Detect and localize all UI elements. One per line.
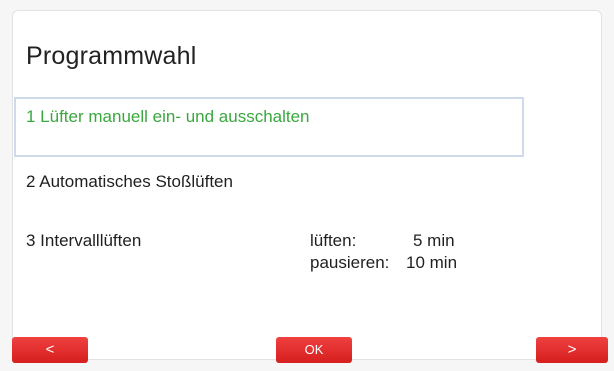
next-button[interactable]: > — [536, 337, 608, 363]
ventilate-duration-value: 5 min — [413, 231, 455, 250]
device-frame: Programmwahl 1 Lüfter manuell ein- und a… — [0, 0, 614, 371]
program-option-3[interactable]: 3 Intervalllüften — [26, 231, 141, 251]
pause-duration-value: 10 min — [406, 253, 458, 272]
pause-duration-label: pausieren: — [310, 253, 390, 272]
program-option-2[interactable]: 2 Automatisches Stoßlüften — [26, 172, 233, 192]
page-title: Programmwahl — [26, 42, 197, 70]
back-button[interactable]: < — [12, 337, 88, 363]
ventilate-duration-label: lüften: — [310, 231, 357, 250]
program-option-1-selection[interactable] — [14, 97, 524, 157]
ok-button[interactable]: OK — [276, 337, 352, 363]
program-option-1[interactable]: 1 Lüfter manuell ein- und ausschalten — [26, 107, 310, 127]
